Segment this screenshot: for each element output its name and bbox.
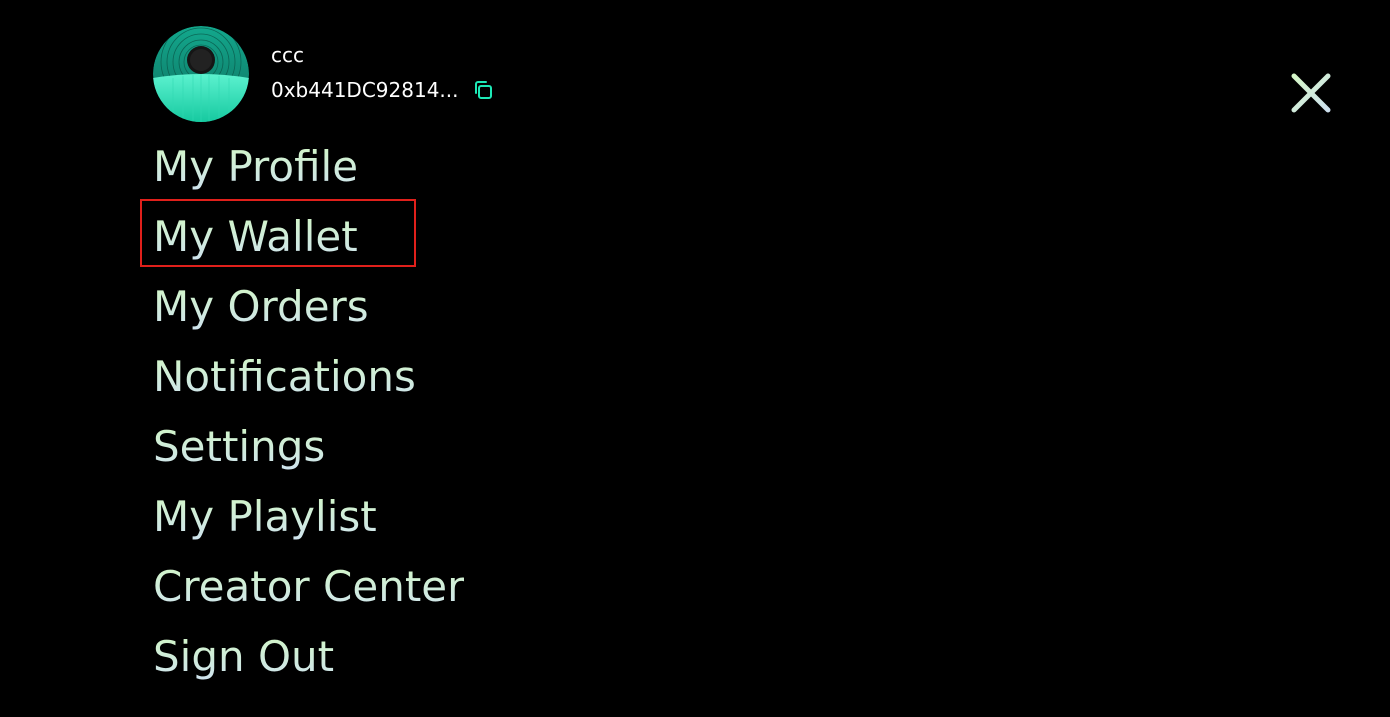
menu-item-label: My Wallet xyxy=(153,212,358,261)
avatar-orb-icon xyxy=(153,26,249,122)
wallet-address: 0xb441DC92814... xyxy=(271,78,459,102)
menu-item-notifications[interactable]: Notifications xyxy=(153,347,464,417)
wallet-address-row: 0xb441DC92814... xyxy=(271,76,495,104)
copy-icon[interactable] xyxy=(471,78,495,102)
menu-item-label: My Profile xyxy=(153,142,359,191)
menu-item-label: Creator Center xyxy=(153,562,465,611)
avatar[interactable] xyxy=(153,26,249,122)
menu-item-creator-center[interactable]: Creator Center xyxy=(153,557,464,627)
menu-item-sign-out[interactable]: Sign Out xyxy=(153,627,464,697)
menu-item-my-wallet[interactable]: My Wallet xyxy=(153,207,464,277)
menu-item-label: Notifications xyxy=(153,352,416,401)
menu-item-label: Settings xyxy=(153,422,326,471)
menu-item-label: Sign Out xyxy=(153,632,335,681)
menu-item-my-profile[interactable]: My Profile xyxy=(153,137,464,207)
user-menu: My Profile My Wallet My Orders Notificat… xyxy=(153,137,464,697)
menu-item-my-playlist[interactable]: My Playlist xyxy=(153,487,464,557)
menu-item-label: My Playlist xyxy=(153,492,377,541)
menu-item-label: My Orders xyxy=(153,282,369,331)
username: ccc xyxy=(271,43,304,67)
menu-item-my-orders[interactable]: My Orders xyxy=(153,277,464,347)
close-icon[interactable] xyxy=(1288,70,1334,116)
menu-item-settings[interactable]: Settings xyxy=(153,417,464,487)
